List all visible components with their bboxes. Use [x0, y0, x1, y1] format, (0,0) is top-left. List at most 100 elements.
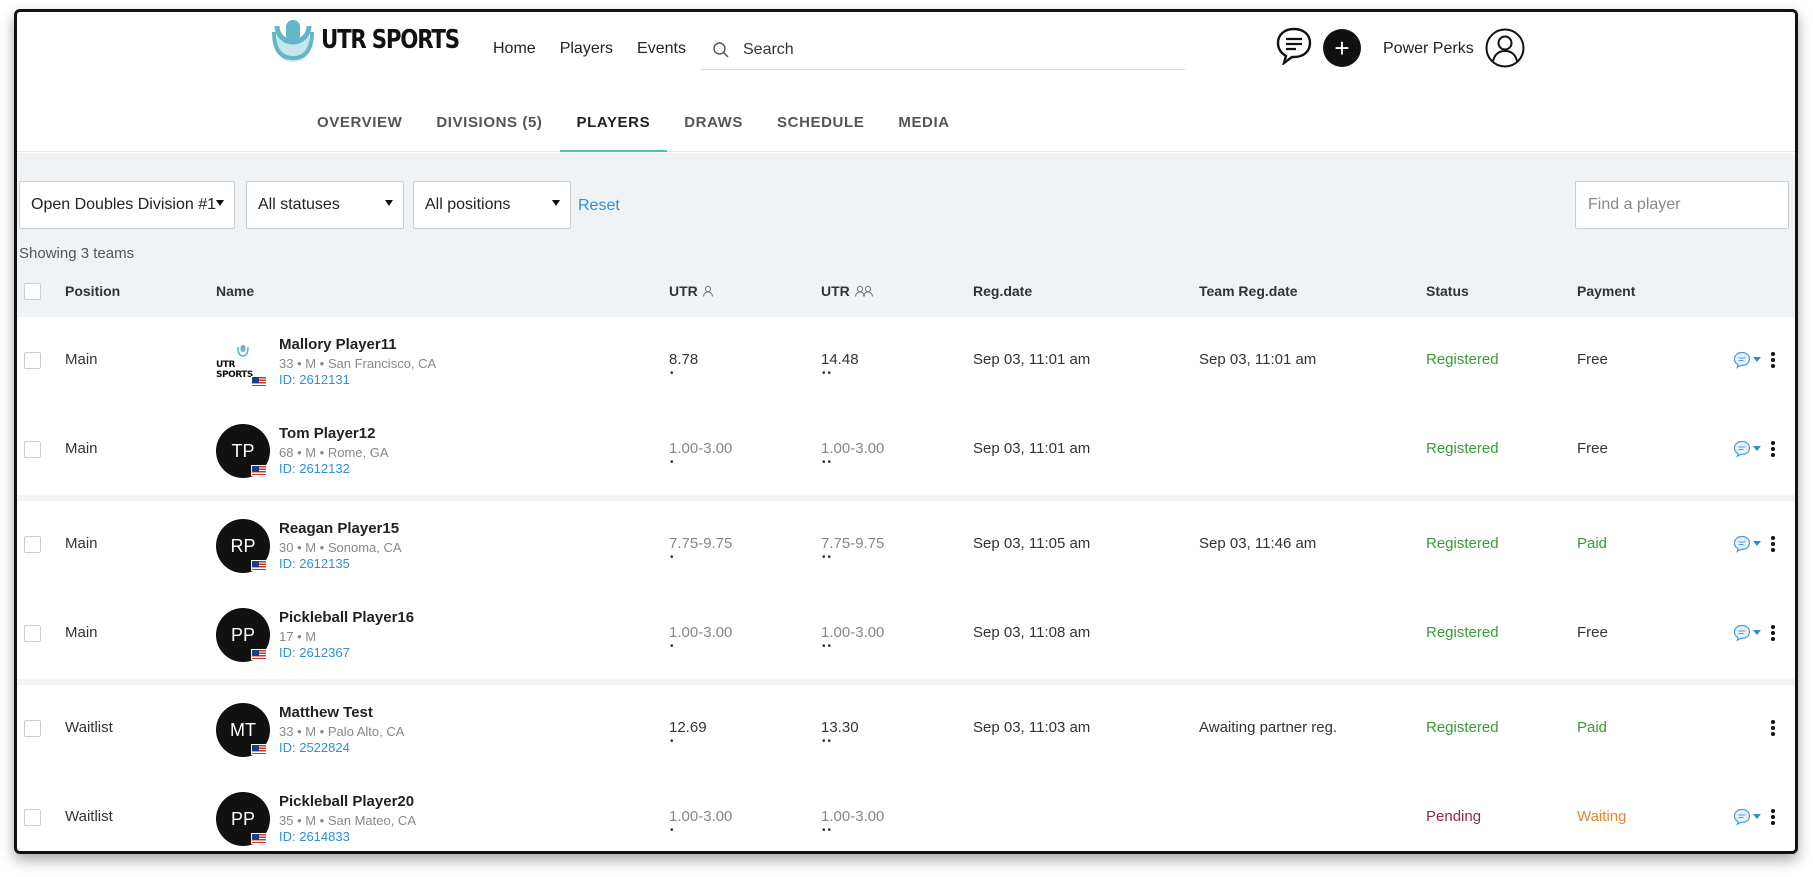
table-row[interactable]: Waitlist MT Matthew Test 33 • M • Palo Alto…	[17, 685, 1795, 774]
player-name[interactable]: Tom Player12	[279, 425, 375, 442]
player-meta: 35 • M • San Mateo, CA	[279, 813, 416, 828]
col-position[interactable]: Position	[65, 283, 120, 299]
player-name[interactable]: Pickleball Player20	[279, 793, 414, 810]
col-utr-doubles[interactable]: UTR	[821, 283, 874, 299]
more-options-icon[interactable]	[1766, 438, 1780, 460]
status-select[interactable]: All statuses	[246, 181, 404, 229]
row-checkbox[interactable]	[24, 536, 41, 553]
position-select[interactable]: All positions	[413, 181, 571, 229]
us-flag-icon	[251, 465, 267, 476]
add-button[interactable]: +	[1323, 29, 1361, 67]
utr-logo-icon	[237, 345, 249, 357]
more-options-icon[interactable]	[1766, 349, 1780, 371]
division-select[interactable]: Open Doubles Division #1	[19, 181, 235, 229]
tab-divisions[interactable]: DIVISIONS (5)	[419, 110, 559, 152]
col-status[interactable]: Status	[1426, 283, 1469, 299]
message-dropdown-button[interactable]	[1733, 349, 1763, 371]
row-checkbox[interactable]	[24, 809, 41, 826]
table-row[interactable]: Main TP Tom Player12 68 • M • Rome, GA ID: 2…	[17, 406, 1795, 495]
messages-button[interactable]	[1275, 26, 1313, 66]
position-cell: Main	[65, 440, 98, 457]
nav-players[interactable]: Players	[560, 40, 613, 58]
reset-filters-link[interactable]: Reset	[578, 197, 620, 215]
tab-overview[interactable]: OVERVIEW	[300, 110, 419, 152]
search-input[interactable]	[743, 40, 1123, 59]
reg-date: Sep 03, 11:08 am	[973, 624, 1091, 641]
table-row[interactable]: Main UTR SPORTS Mallory Player11 33 • M • S…	[17, 317, 1795, 406]
utr-singles: 8.78	[669, 351, 699, 368]
col-utr-singles[interactable]: UTR	[669, 283, 714, 299]
tab-players[interactable]: PLAYERS	[559, 110, 668, 152]
row-checkbox[interactable]	[24, 441, 41, 458]
row-checkbox[interactable]	[24, 720, 41, 737]
utr-doubles: 1.00-3.00	[821, 440, 885, 457]
col-team-reg-date[interactable]: Team Reg.date	[1199, 283, 1298, 299]
col-payment[interactable]: Payment	[1577, 283, 1635, 299]
col-name[interactable]: Name	[216, 283, 254, 299]
player-id-link[interactable]: ID: 2612367	[279, 645, 350, 660]
logo-text: UTR SPORTS	[321, 25, 460, 55]
player-id-link[interactable]: ID: 2522824	[279, 740, 350, 755]
team-group: Main RP Reagan Player15 30 • M • Sonoma, CA…	[17, 501, 1795, 685]
more-options-icon[interactable]	[1766, 622, 1780, 644]
payment-status: Free	[1577, 440, 1608, 457]
position-cell: Main	[65, 535, 98, 552]
chevron-down-icon	[1753, 814, 1761, 819]
message-dropdown-button[interactable]	[1733, 806, 1763, 828]
player-name[interactable]: Mallory Player11	[279, 336, 397, 353]
col-utr-doubles-label: UTR	[821, 283, 850, 299]
col-reg-date[interactable]: Reg.date	[973, 283, 1032, 299]
search-icon	[713, 41, 729, 57]
tab-schedule[interactable]: SCHEDULE	[760, 110, 881, 152]
singles-dot-icon: •	[670, 736, 676, 747]
player-meta: 33 • M • San Francisco, CA	[279, 356, 437, 371]
chat-bubble-icon	[1733, 440, 1751, 458]
user-avatar-button[interactable]	[1485, 28, 1525, 68]
nav-home[interactable]: Home	[493, 40, 536, 58]
plus-icon: +	[1334, 33, 1350, 63]
more-options-icon[interactable]	[1766, 533, 1780, 555]
player-meta: 68 • M • Rome, GA	[279, 445, 389, 460]
player-id-link[interactable]: ID: 2612132	[279, 461, 350, 476]
table-row[interactable]: Main RP Reagan Player15 30 • M • Sonoma, CA…	[17, 501, 1795, 590]
chat-bubble-icon	[1733, 624, 1751, 642]
find-player-input[interactable]	[1575, 181, 1789, 229]
message-dropdown-button[interactable]	[1733, 438, 1763, 460]
search-bar	[701, 30, 1185, 70]
user-name[interactable]: Power Perks	[1383, 40, 1474, 58]
payment-status: Free	[1577, 624, 1608, 641]
nav-events[interactable]: Events	[637, 40, 686, 58]
player-id-link[interactable]: ID: 2612131	[279, 372, 350, 387]
team-reg-date: Sep 03, 11:46 am	[1199, 535, 1317, 552]
chat-bubble-icon	[1733, 351, 1751, 369]
row-checkbox[interactable]	[24, 625, 41, 642]
position-cell: Waitlist	[65, 719, 113, 736]
payment-status: Waiting	[1577, 808, 1627, 825]
utr-doubles: 1.00-3.00	[821, 624, 885, 641]
doubles-dots-icon: ••	[822, 457, 834, 468]
player-id-link[interactable]: ID: 2614833	[279, 829, 350, 844]
chevron-down-icon	[385, 200, 393, 206]
chat-bubble-icon	[1733, 535, 1751, 553]
status-badge: Registered	[1426, 535, 1499, 552]
tab-media[interactable]: MEDIA	[881, 110, 966, 152]
chevron-down-icon	[552, 200, 560, 206]
table-row[interactable]: Main PP Pickleball Player16 17 • M ID: 26123…	[17, 590, 1795, 679]
select-all-checkbox[interactable]	[24, 283, 41, 300]
row-checkbox[interactable]	[24, 352, 41, 369]
more-options-icon[interactable]	[1766, 717, 1780, 739]
message-dropdown-button[interactable]	[1733, 622, 1763, 644]
player-name[interactable]: Reagan Player15	[279, 520, 399, 537]
utr-sports-logo[interactable]: UTR SPORTS	[271, 18, 489, 62]
chevron-down-icon	[1753, 630, 1761, 635]
more-options-icon[interactable]	[1766, 806, 1780, 828]
tab-draws[interactable]: DRAWS	[667, 110, 760, 152]
player-name[interactable]: Pickleball Player16	[279, 609, 414, 626]
message-dropdown-button[interactable]	[1733, 533, 1763, 555]
division-select-value: Open Doubles Division #1	[31, 196, 216, 213]
player-name[interactable]: Matthew Test	[279, 704, 373, 721]
status-badge: Registered	[1426, 624, 1499, 641]
player-id-link[interactable]: ID: 2612135	[279, 556, 350, 571]
table-row[interactable]: Waitlist PP Pickleball Player20 35 • M • Sa…	[17, 774, 1795, 851]
top-nav: Home Players Events	[493, 40, 686, 58]
